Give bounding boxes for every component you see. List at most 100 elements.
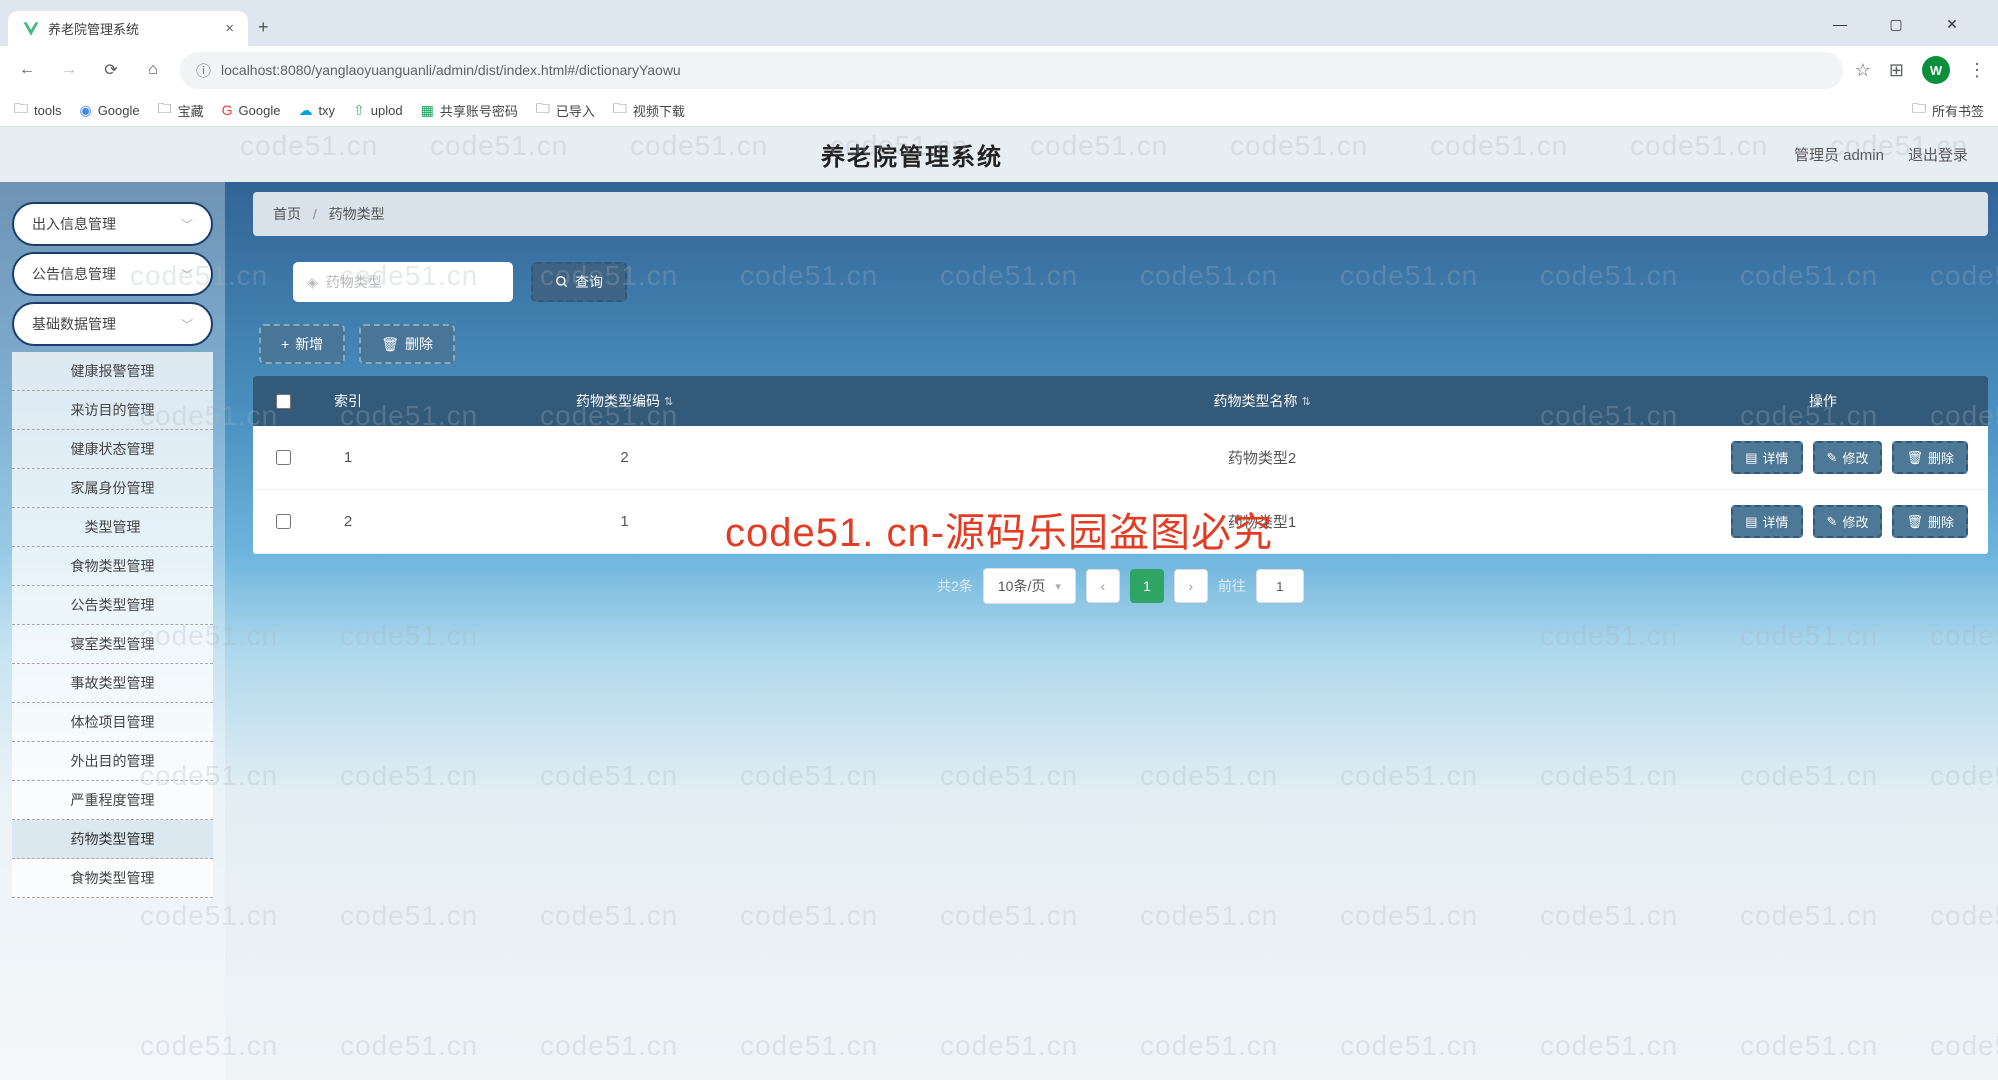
- bookmark-txy[interactable]: ☁txy: [298, 102, 335, 119]
- sidebar-cap-inout[interactable]: 出入信息管理﹀: [12, 202, 213, 246]
- sidebar-item[interactable]: 健康状态管理: [12, 430, 213, 469]
- url-bar[interactable]: ⓘ localhost:8080/yanglaoyuanguanli/admin…: [180, 52, 1843, 89]
- sidebar-item[interactable]: 食物类型管理: [12, 547, 213, 586]
- header-right: 管理员 admin 退出登录: [1794, 144, 1968, 165]
- pager-page-1[interactable]: 1: [1130, 569, 1164, 603]
- folder-icon: 🗀: [1912, 98, 1926, 122]
- sidebar-item[interactable]: 事故类型管理: [12, 664, 213, 703]
- th-ops: 操作: [1658, 376, 1988, 426]
- browser-tab[interactable]: 养老院管理系统 ×: [8, 11, 248, 46]
- main-pane: 首页 / 药物类型 ◈ 药物类型 查询 +新增 🗑删除: [225, 182, 1998, 1080]
- detail-button[interactable]: ▤详情: [1731, 441, 1802, 474]
- folder-icon: 🗀: [536, 98, 550, 122]
- all-bookmarks[interactable]: 🗀所有书签: [1912, 98, 1984, 122]
- row-checkbox[interactable]: [276, 450, 291, 465]
- pager-goto-label: 前往: [1218, 576, 1246, 596]
- profile-avatar[interactable]: W: [1922, 56, 1950, 84]
- address-row: ← → ⟳ ⌂ ⓘ localhost:8080/yanglaoyuanguan…: [0, 46, 1998, 94]
- forward-button[interactable]: →: [54, 55, 84, 85]
- sidebar-item[interactable]: 来访目的管理: [12, 391, 213, 430]
- pager: 共2条 10条/页▾ ‹ 1 › 前往: [253, 554, 1988, 618]
- info-icon: ⓘ: [196, 60, 211, 81]
- bookmarks-bar: 🗀tools ◉Google 🗀宝藏 GGoogle ☁txy ⇧uplod ▦…: [0, 94, 1998, 127]
- app-body: 出入信息管理﹀ 公告信息管理﹀ 基础数据管理﹀ 健康报警管理来访目的管理健康状态…: [0, 182, 1998, 1080]
- breadcrumb-sep: /: [313, 206, 317, 222]
- breadcrumb-home[interactable]: 首页: [273, 206, 301, 222]
- bookmark-tools[interactable]: 🗀tools: [14, 98, 61, 122]
- sidebar-item[interactable]: 体检项目管理: [12, 703, 213, 742]
- search-icon: [555, 275, 569, 289]
- sidebar-item[interactable]: 家属身份管理: [12, 469, 213, 508]
- star-icon[interactable]: ☆: [1855, 60, 1871, 81]
- trash-icon: 🗑: [381, 336, 399, 353]
- url-text: localhost:8080/yanglaoyuanguanli/admin/d…: [221, 62, 681, 78]
- edit-button[interactable]: ✎修改: [1813, 505, 1883, 538]
- close-icon[interactable]: ×: [225, 20, 234, 37]
- vue-icon: [22, 20, 40, 38]
- maximize-button[interactable]: ▢: [1874, 8, 1918, 40]
- add-button[interactable]: +新增: [259, 324, 345, 364]
- pager-goto-input[interactable]: [1256, 569, 1304, 603]
- row-checkbox[interactable]: [276, 514, 291, 529]
- google-icon: ◉: [79, 102, 91, 119]
- user-label[interactable]: 管理员 admin: [1794, 144, 1884, 165]
- pager-next[interactable]: ›: [1174, 569, 1208, 603]
- menu-icon[interactable]: ⋮: [1968, 60, 1986, 81]
- search-input[interactable]: ◈ 药物类型: [293, 262, 513, 302]
- th-code[interactable]: 药物类型编码⇅: [383, 376, 866, 426]
- sort-icon: ⇅: [1301, 395, 1310, 408]
- bookmark-share[interactable]: ▦共享账号密码: [421, 101, 518, 120]
- extension-icon[interactable]: ⊞: [1889, 60, 1904, 81]
- close-window-button[interactable]: ✕: [1930, 8, 1974, 40]
- new-tab-button[interactable]: +: [248, 9, 279, 46]
- home-button[interactable]: ⌂: [138, 55, 168, 85]
- tab-title: 养老院管理系统: [48, 19, 139, 38]
- sort-icon: ⇅: [664, 395, 673, 408]
- bookmark-google[interactable]: ◉Google: [79, 102, 139, 119]
- bookmark-video[interactable]: 🗀视频下载: [613, 98, 685, 122]
- sidebar-item[interactable]: 公告类型管理: [12, 586, 213, 625]
- bookmark-google2[interactable]: GGoogle: [222, 102, 281, 118]
- bookmark-treasure[interactable]: 🗀宝藏: [158, 98, 204, 122]
- cell-index: 2: [313, 490, 383, 553]
- detail-button[interactable]: ▤详情: [1731, 505, 1802, 538]
- sidebar-item[interactable]: 寝室类型管理: [12, 625, 213, 664]
- google-icon: G: [222, 102, 233, 118]
- pager-prev[interactable]: ‹: [1086, 569, 1120, 603]
- doc-icon: ▤: [1745, 514, 1757, 530]
- folder-icon: 🗀: [14, 98, 28, 122]
- pager-perpage[interactable]: 10条/页▾: [983, 568, 1076, 604]
- sidebar-item[interactable]: 类型管理: [12, 508, 213, 547]
- table-row: 21药物类型1▤详情✎修改🗑删除: [253, 490, 1988, 554]
- back-button[interactable]: ←: [12, 55, 42, 85]
- logout-link[interactable]: 退出登录: [1908, 144, 1968, 165]
- table-row: 12药物类型2▤详情✎修改🗑删除: [253, 426, 1988, 490]
- th-name[interactable]: 药物类型名称⇅: [866, 376, 1658, 426]
- bookmark-uplod[interactable]: ⇧uplod: [353, 102, 403, 119]
- search-placeholder: 药物类型: [326, 272, 382, 292]
- sidebar-item[interactable]: 严重程度管理: [12, 781, 213, 820]
- edit-button[interactable]: ✎修改: [1813, 441, 1883, 474]
- chevron-down-icon: ﹀: [181, 216, 193, 233]
- edit-icon: ✎: [1827, 450, 1838, 466]
- query-button[interactable]: 查询: [531, 262, 627, 302]
- action-row: +新增 🗑删除: [253, 324, 1988, 364]
- folder-icon: 🗀: [613, 98, 627, 122]
- bookmark-imported[interactable]: 🗀已导入: [536, 98, 595, 122]
- sidebar-item[interactable]: 药物类型管理: [12, 820, 213, 859]
- minimize-button[interactable]: —: [1818, 8, 1862, 40]
- reload-button[interactable]: ⟳: [96, 55, 126, 85]
- select-all-checkbox[interactable]: [276, 394, 291, 409]
- folder-icon: 🗀: [158, 98, 172, 122]
- sidebar-item[interactable]: 外出目的管理: [12, 742, 213, 781]
- sidebar-cap-basedata[interactable]: 基础数据管理﹀: [12, 302, 213, 346]
- sidebar-item[interactable]: 健康报警管理: [12, 352, 213, 391]
- sidebar-cap-notice[interactable]: 公告信息管理﹀: [12, 252, 213, 296]
- row-delete-button[interactable]: 🗑删除: [1892, 441, 1968, 474]
- th-index[interactable]: 索引: [313, 376, 383, 426]
- addr-actions: ☆ ⊞ W ⋮: [1855, 56, 1986, 84]
- row-delete-button[interactable]: 🗑删除: [1892, 505, 1968, 538]
- data-table: 索引 药物类型编码⇅ 药物类型名称⇅ 操作 12药物类型2▤详情✎修改🗑删除21…: [253, 376, 1988, 554]
- sidebar-item[interactable]: 食物类型管理: [12, 859, 213, 898]
- delete-button[interactable]: 🗑删除: [359, 324, 455, 364]
